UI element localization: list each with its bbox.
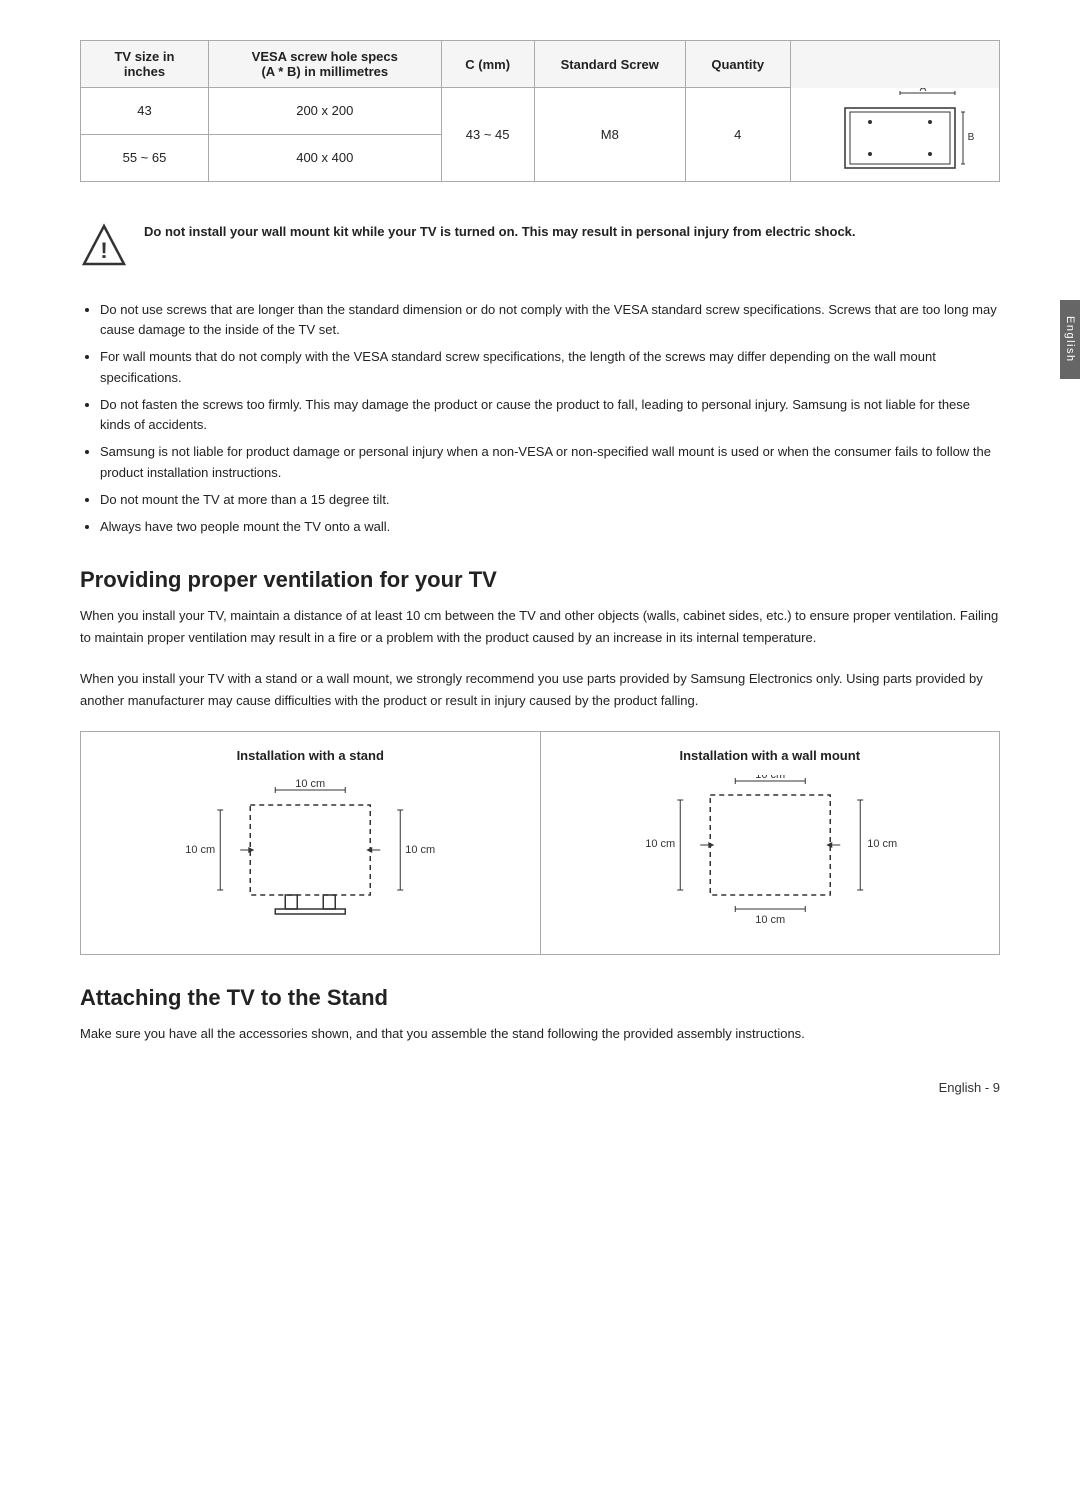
bullet-item: Do not use screws that are longer than t… [100,300,1000,342]
side-tab-label: English [1064,316,1076,363]
vesa-table: TV size ininches VESA screw hole specs(A… [80,40,1000,182]
col-header-vesa: VESA screw hole specs(A * B) in millimet… [208,41,441,88]
wallmount-diagram-svg: 10 cm 10 cm 10 cm 10 cm [557,775,984,935]
wallmount-diagram-title: Installation with a wall mount [557,748,984,763]
footer-text: English - 9 [939,1080,1000,1095]
bullet-item: Samsung is not liable for product damage… [100,442,1000,484]
wallmount-diagram-panel: Installation with a wall mount 10 cm 10 … [541,732,1000,954]
col-header-tvsize: TV size ininches [81,41,209,88]
svg-text:10 cm: 10 cm [185,844,215,856]
qty-value: 4 [685,88,790,182]
col-header-screw: Standard Screw [534,41,685,88]
stand-diagram-title: Installation with a stand [97,748,524,763]
ventilation-body2: When you install your TV with a stand or… [80,668,1000,711]
warning-text: Do not install your wall mount kit while… [144,222,856,242]
page-footer: English - 9 [939,1080,1000,1095]
screw-value: M8 [534,88,685,182]
bullet-item: For wall mounts that do not comply with … [100,347,1000,389]
svg-text:10 cm: 10 cm [295,778,325,790]
warning-strong: Do not install your wall mount kit while… [144,224,856,239]
ventilation-body1: When you install your TV, maintain a dis… [80,605,1000,648]
bullet-list: Do not use screws that are longer than t… [100,300,1000,538]
vesa-200: 200 x 200 [208,88,441,135]
diagram-cell: A B [790,88,999,182]
bullet-item: Do not fasten the screws too firmly. Thi… [100,395,1000,437]
stand-heading: Attaching the TV to the Stand [80,985,1000,1011]
svg-text:A: A [919,88,926,94]
ventilation-diagrams: Installation with a stand 10 cm 10 cm [80,731,1000,955]
svg-text:!: ! [100,238,107,263]
side-language-tab: English [1060,300,1080,379]
col-header-cmm: C (mm) [441,41,534,88]
warning-box: ! Do not install your wall mount kit whi… [80,212,1000,280]
warning-icon: ! [80,222,128,270]
vesa-400: 400 x 400 [208,134,441,181]
col-header-diagram [790,41,999,88]
c-mm-value: 43 ~ 45 [441,88,534,182]
svg-text:10 cm: 10 cm [867,838,897,850]
stand-diagram-panel: Installation with a stand 10 cm 10 cm [81,732,541,954]
bullet-item: Always have two people mount the TV onto… [100,517,1000,538]
tv-diagram-svg: A B [815,88,975,178]
stand-diagram-svg: 10 cm 10 cm 10 cm [97,775,524,935]
svg-text:10 cm: 10 cm [405,844,435,856]
ventilation-heading: Providing proper ventilation for your TV [80,567,1000,593]
svg-text:10 cm: 10 cm [755,775,785,781]
table-row: 43 200 x 200 43 ~ 45 M8 4 A [81,88,1000,135]
svg-text:10 cm: 10 cm [645,838,675,850]
bullet-item: Do not mount the TV at more than a 15 de… [100,490,1000,511]
tv-size-55-65: 55 ~ 65 [81,134,209,181]
svg-text:10 cm: 10 cm [755,914,785,926]
svg-text:B: B [967,132,974,143]
col-header-qty: Quantity [685,41,790,88]
stand-body: Make sure you have all the accessories s… [80,1023,1000,1044]
tv-size-43: 43 [81,88,209,135]
